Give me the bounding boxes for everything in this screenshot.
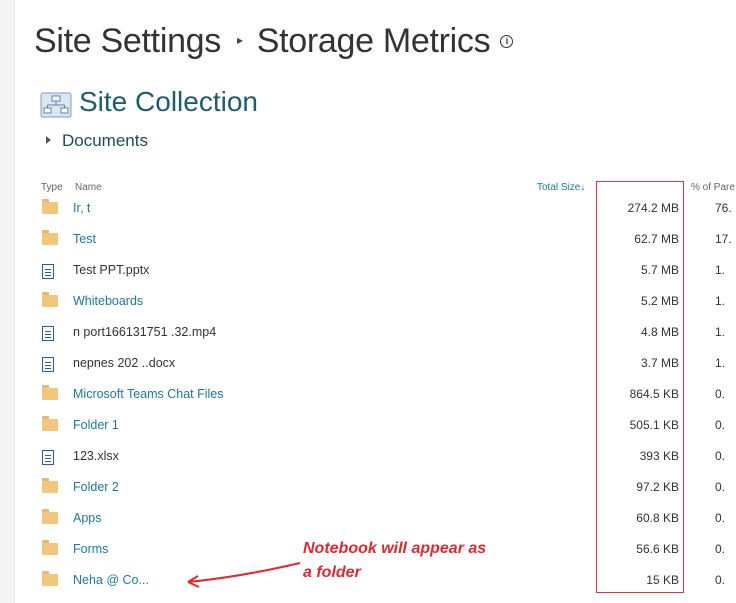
row-percent-of-parent: 76. (715, 201, 732, 215)
annotation-note: Notebook will appear as a folder (303, 537, 486, 585)
row-name: nepnes 202 ..docx (73, 356, 176, 370)
site-collection-title: Site Collection (79, 86, 258, 117)
column-header-type[interactable]: Type (41, 182, 63, 193)
document-icon (42, 450, 54, 465)
document-icon (42, 264, 54, 279)
folder-icon (42, 292, 58, 307)
row-percent-of-parent: 1. (715, 325, 726, 339)
site-collection-icon (40, 92, 72, 118)
info-icon[interactable]: i (500, 34, 514, 48)
folder-icon (42, 478, 58, 493)
row-name[interactable]: Neha @ Co... (73, 573, 149, 587)
row-percent-of-parent: 17. (715, 232, 732, 246)
column-header-total-size[interactable]: Total Size↓ (537, 182, 585, 193)
column-header-percent-of-parent[interactable]: % of Pare (691, 182, 735, 193)
folder-icon (42, 385, 58, 400)
breadcrumb-separator-icon: ▸ (237, 33, 243, 48)
annotation-arrow-icon (187, 562, 301, 588)
folder-icon (42, 416, 58, 431)
column-header-name[interactable]: Name (75, 182, 102, 193)
document-icon (42, 326, 54, 341)
row-name[interactable]: Microsoft Teams Chat Files (73, 387, 224, 401)
row-percent-of-parent: 0. (715, 511, 726, 525)
folder-icon (42, 230, 58, 245)
document-icon (42, 357, 54, 372)
row-percent-of-parent: 0. (715, 418, 726, 432)
row-name: Test PPT.pptx (73, 263, 150, 277)
row-name: 123.xlsx (73, 449, 119, 463)
row-name[interactable]: Forms (73, 542, 108, 556)
row-name[interactable]: Folder 2 (73, 480, 119, 494)
caret-right-icon[interactable] (46, 135, 51, 144)
folder-icon (42, 199, 58, 214)
row-name[interactable]: Test (73, 232, 96, 246)
row-percent-of-parent: 0. (715, 573, 726, 587)
row-percent-of-parent: 1. (715, 263, 726, 277)
row-percent-of-parent: 0. (715, 542, 726, 556)
page-title: Site Settings ▸ Storage Metrics i (34, 22, 514, 61)
folder-icon (42, 571, 58, 586)
row-name[interactable]: Whiteboards (73, 294, 143, 308)
page-title-storage-metrics: Storage Metrics (256, 22, 491, 60)
row-name[interactable]: Apps (73, 511, 102, 525)
breadcrumb: Documents (46, 131, 148, 151)
highlight-box (596, 181, 684, 593)
row-percent-of-parent: 1. (715, 294, 726, 308)
folder-icon (42, 540, 58, 555)
row-percent-of-parent: 0. (715, 449, 726, 463)
row-name: n port166131751 .32.mp4 (73, 325, 217, 339)
annotation-line-1: Notebook will appear as (303, 540, 487, 557)
folder-icon (42, 509, 58, 524)
row-percent-of-parent: 0. (715, 480, 726, 494)
page-title-site-settings[interactable]: Site Settings (34, 22, 221, 60)
row-percent-of-parent: 0. (715, 387, 726, 401)
row-percent-of-parent: 1. (715, 356, 726, 370)
row-name[interactable]: Ir‚ t (73, 201, 90, 215)
breadcrumb-documents[interactable]: Documents (62, 131, 148, 150)
annotation-line-2: a folder (303, 564, 361, 581)
row-name[interactable]: Folder 1 (73, 418, 119, 432)
